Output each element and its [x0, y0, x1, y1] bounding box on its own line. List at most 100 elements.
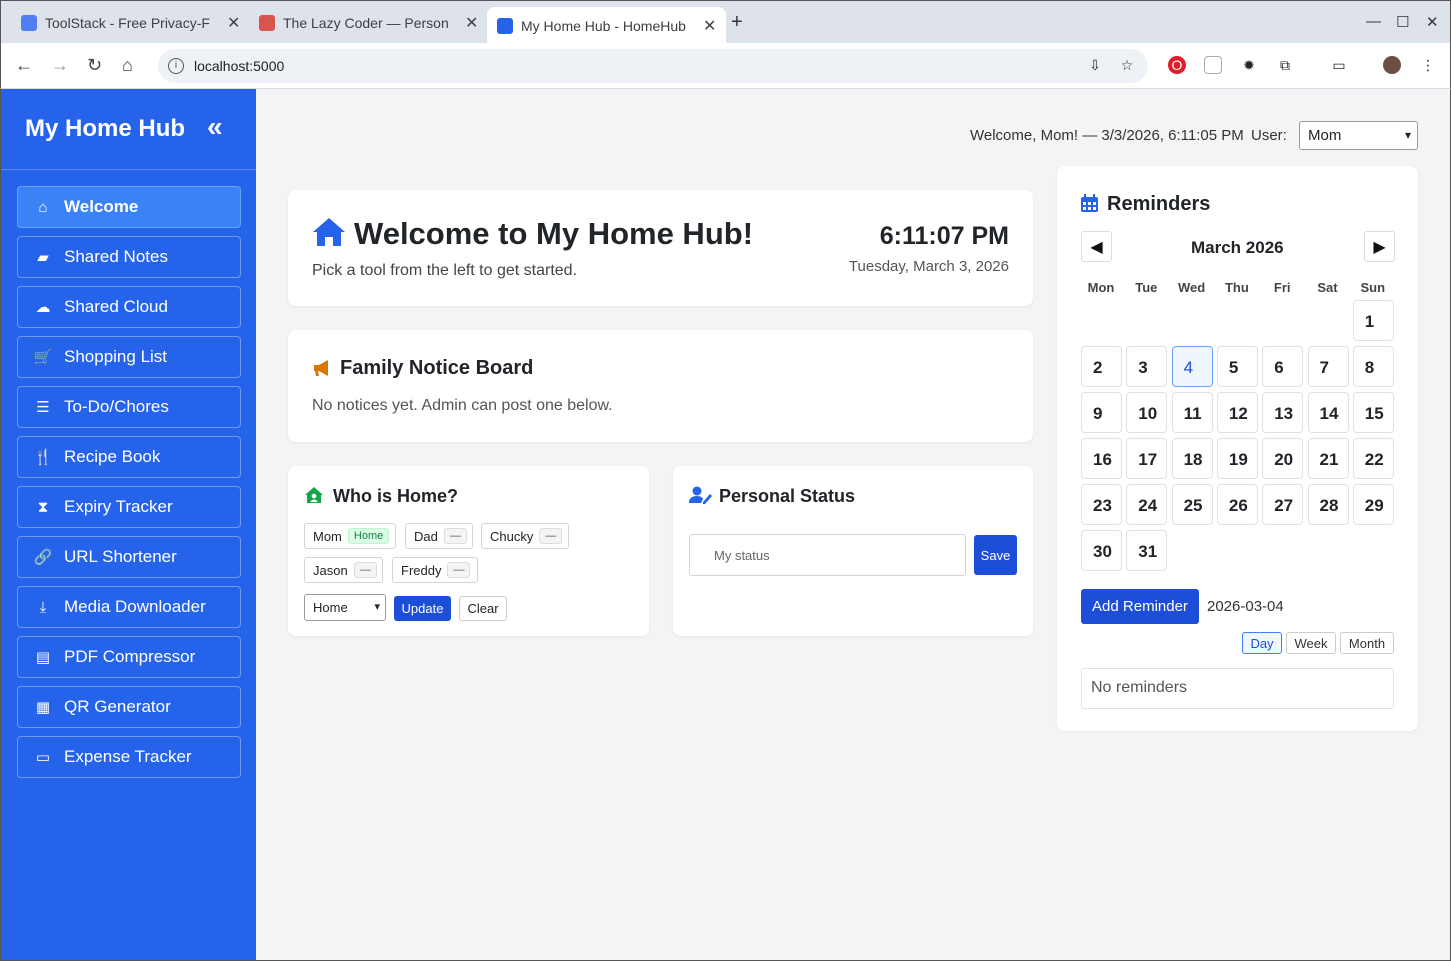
weekday-header: Thu	[1224, 280, 1249, 295]
presence-select[interactable]: Home ▾	[304, 594, 386, 621]
weekday-header: Sun	[1360, 280, 1386, 295]
sidebar-item-label: To-Do/Chores	[64, 397, 169, 416]
calendar-day[interactable]: 11	[1171, 392, 1213, 433]
calendar-day[interactable]: 16	[1081, 438, 1122, 479]
welcome-title: Welcome to My Home Hub!	[354, 216, 754, 251]
calendar-day[interactable]: 17	[1126, 438, 1168, 479]
sidebar-item-shared-cloud[interactable]: ☁ Shared Cloud	[17, 286, 241, 328]
calendar-day[interactable]: 18	[1171, 438, 1213, 479]
calendar-day[interactable]: 21	[1307, 438, 1349, 479]
maximize-icon[interactable]: ☐	[1396, 13, 1409, 31]
sidebar-item-expense-tracker[interactable]: ▭ Expense Tracker	[17, 736, 241, 778]
opera-extension-icon[interactable]: O	[1168, 56, 1186, 74]
calendar-day[interactable]: 12	[1216, 392, 1258, 433]
browser-tab-lazy-coder[interactable]: The Lazy Coder — Person ✕	[249, 7, 488, 38]
sidebar-item-qr-generator[interactable]: ▦ QR Generator	[17, 686, 241, 728]
sidebar-item-shared-notes[interactable]: ▰ Shared Notes	[17, 236, 241, 278]
minimize-icon[interactable]: —	[1366, 13, 1381, 30]
sidebar-item-to-do-chores[interactable]: ☰ To-Do/Chores	[17, 386, 241, 428]
who-is-home-card: Who is Home? Mom Home Dad — Chucky — Jason — Fre…	[288, 466, 649, 636]
menu-kebab-icon[interactable]: ⋮	[1419, 56, 1437, 74]
sidebar-item-welcome[interactable]: ⌂ Welcome	[17, 186, 241, 228]
profile-avatar[interactable]	[1383, 56, 1401, 74]
save-status-button[interactable]: Save	[974, 535, 1017, 575]
browser-toolbar: ← → ↻ ⌂ i localhost:5000 ⇩ ☆ O ✹ ⧉ ▭ ⋮	[0, 43, 1451, 89]
status-input[interactable]: My status	[689, 534, 966, 576]
calendar-day[interactable]: 8	[1352, 346, 1394, 387]
home-button-icon[interactable]: ⌂	[122, 55, 133, 76]
calendar-day[interactable]: 15	[1352, 392, 1394, 433]
back-icon[interactable]: ←	[15, 55, 33, 76]
calendar-day[interactable]: 26	[1216, 484, 1258, 525]
calendar-day[interactable]: 6	[1262, 346, 1304, 387]
extensions-puzzle-icon[interactable]: ⧉	[1276, 56, 1294, 74]
calendar-day[interactable]: 14	[1307, 392, 1349, 433]
cart-icon: 🛒	[33, 349, 53, 366]
collapse-sidebar-icon[interactable]: «	[207, 111, 222, 143]
window-close-icon[interactable]: ✕	[1426, 13, 1439, 31]
megaphone-icon	[314, 360, 328, 376]
calendar-day[interactable]: 2	[1081, 346, 1122, 387]
bookmark-star-icon[interactable]: ☆	[1118, 56, 1136, 74]
calendar-day[interactable]: 25	[1171, 484, 1213, 525]
sidebar-item-label: Shared Cloud	[64, 297, 168, 316]
sidebar-item-url-shortener[interactable]: 🔗 URL Shortener	[17, 536, 241, 578]
download-icon: ⤓	[39, 598, 47, 616]
clear-button[interactable]: Clear	[459, 596, 507, 621]
browser-tab-home-hub[interactable]: My Home Hub - HomeHub ✕	[487, 7, 727, 44]
calendar-day[interactable]: 27	[1262, 484, 1304, 525]
browser-tab-toolstack[interactable]: ToolStack - Free Privacy-F ✕	[11, 7, 250, 38]
calendar-day[interactable]: 5	[1216, 346, 1258, 387]
install-app-icon[interactable]: ⇩	[1086, 56, 1104, 74]
calendar-day[interactable]: 10	[1126, 392, 1168, 433]
calendar-day[interactable]: 30	[1081, 530, 1122, 571]
view-month-button[interactable]: Month	[1340, 632, 1394, 654]
update-button[interactable]: Update	[394, 596, 451, 621]
sidebar-item-media-downloader[interactable]: ⤓ Media Downloader	[17, 586, 241, 628]
member-status-badge: —	[353, 562, 377, 578]
close-tab-icon[interactable]: ✕	[227, 13, 240, 33]
calendar-day[interactable]: 20	[1262, 438, 1304, 479]
forward-icon[interactable]: →	[51, 55, 69, 76]
calendar-day[interactable]: 19	[1216, 438, 1258, 479]
calendar-day[interactable]: 7	[1307, 346, 1349, 387]
new-tab-icon[interactable]: +	[731, 11, 743, 34]
close-tab-icon[interactable]: ✕	[465, 13, 478, 33]
calendar-month-label: March 2026	[1191, 238, 1284, 257]
prev-month-button[interactable]: ◀	[1081, 231, 1112, 262]
brand-title: My Home Hub	[25, 115, 186, 142]
calendar-day[interactable]: 31	[1126, 530, 1168, 571]
view-day-button[interactable]: Day	[1242, 632, 1282, 654]
utensils-icon: 🍴	[33, 449, 53, 466]
address-bar[interactable]: i localhost:5000	[158, 49, 1148, 83]
sidebar-item-pdf-compressor[interactable]: ▤ PDF Compressor	[17, 636, 241, 678]
calendar-day[interactable]: 24	[1126, 484, 1168, 525]
member-chip: Dad —	[405, 523, 473, 549]
calendar-day[interactable]: 4	[1171, 346, 1213, 387]
view-week-button[interactable]: Week	[1286, 632, 1336, 654]
calendar-day[interactable]: 22	[1352, 438, 1394, 479]
tab-search-icon[interactable]: ▭	[1330, 56, 1348, 74]
reload-icon[interactable]: ↻	[87, 55, 102, 76]
site-info-icon[interactable]: i	[168, 58, 184, 74]
house-user-icon	[305, 487, 323, 503]
calendar-day[interactable]: 29	[1352, 484, 1394, 525]
sidebar-item-expiry-tracker[interactable]: ⧗ Expiry Tracker	[17, 486, 241, 528]
calendar-day[interactable]: 23	[1081, 484, 1122, 525]
sidebar-item-recipe-book[interactable]: 🍴 Recipe Book	[17, 436, 241, 478]
sidebar-item-label: PDF Compressor	[64, 647, 196, 666]
color-extension-icon[interactable]	[1204, 56, 1222, 74]
welcome-card: Welcome to My Home Hub! Pick a tool from…	[288, 190, 1033, 306]
calendar-day[interactable]: 3	[1126, 346, 1168, 387]
close-tab-icon[interactable]: ✕	[703, 16, 716, 36]
calendar-day[interactable]: 1	[1352, 300, 1394, 341]
calendar-day[interactable]: 28	[1307, 484, 1349, 525]
gear-extension-icon[interactable]: ✹	[1240, 56, 1258, 74]
user-select[interactable]: Mom ▾	[1299, 121, 1418, 150]
calendar-day[interactable]: 13	[1262, 392, 1304, 433]
next-month-button[interactable]: ▶	[1364, 231, 1395, 262]
calendar-day[interactable]: 9	[1081, 392, 1122, 433]
member-name: Dad	[414, 528, 438, 544]
sidebar-item-shopping-list[interactable]: 🛒 Shopping List	[17, 336, 241, 378]
add-reminder-button[interactable]: Add Reminder	[1081, 589, 1199, 624]
